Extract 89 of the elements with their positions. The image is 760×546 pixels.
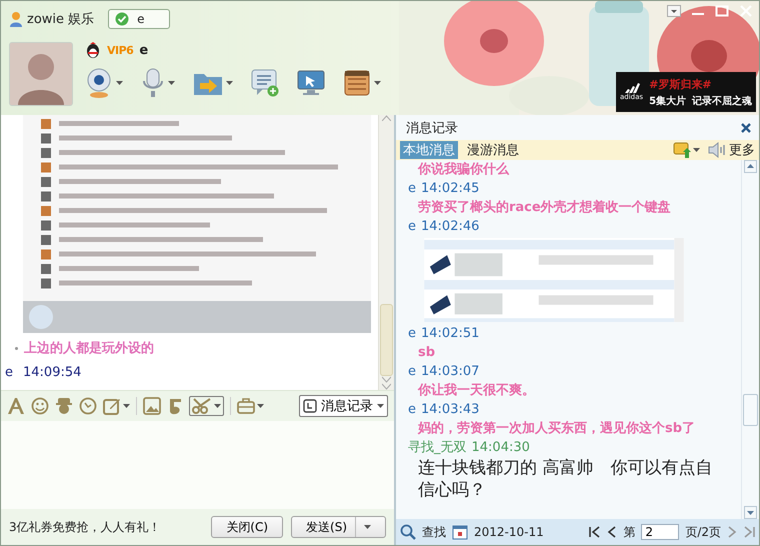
person-icon bbox=[9, 10, 23, 26]
ad-tag: #罗斯归来# bbox=[649, 76, 752, 92]
page-field[interactable]: 2 bbox=[641, 524, 680, 540]
search-icon[interactable] bbox=[400, 524, 416, 540]
clock-face-icon[interactable] bbox=[79, 397, 97, 415]
group-name: zowie 娱乐 bbox=[27, 10, 94, 28]
clock-icon bbox=[303, 399, 317, 413]
send-button[interactable]: 发送(S) bbox=[291, 516, 386, 538]
message-time: 14:02:46 bbox=[421, 218, 480, 236]
export-icon[interactable] bbox=[673, 142, 691, 158]
close-icon[interactable] bbox=[741, 122, 751, 132]
first-page-icon[interactable] bbox=[589, 526, 602, 538]
previous-page-icon[interactable] bbox=[607, 526, 618, 538]
scroll-up-icon[interactable] bbox=[382, 115, 391, 121]
tab[interactable]: 漫游消息 bbox=[464, 141, 522, 159]
status-tab[interactable]: e bbox=[108, 8, 170, 28]
hat-face-icon[interactable] bbox=[55, 397, 73, 415]
caret-icon bbox=[374, 81, 381, 85]
scrollbar[interactable] bbox=[741, 160, 759, 519]
dropdown-caret-icon bbox=[364, 525, 371, 529]
caret-icon bbox=[123, 404, 130, 408]
stripes-icon bbox=[624, 83, 640, 93]
message-time: 14:09:54 bbox=[23, 365, 82, 380]
font-icon[interactable] bbox=[7, 397, 25, 415]
caret-icon bbox=[377, 404, 384, 408]
scroll-down-icon[interactable] bbox=[744, 506, 757, 519]
chat-add-icon[interactable] bbox=[251, 69, 279, 97]
check-icon bbox=[115, 12, 130, 26]
scrollbar[interactable] bbox=[378, 115, 394, 390]
vip-label: VIP6 bbox=[107, 44, 134, 56]
message-time: 14:02:51 bbox=[421, 325, 480, 343]
ad-text: 记录不屈之魂 bbox=[692, 94, 752, 108]
briefcase-icon[interactable] bbox=[237, 398, 255, 414]
scroll-up-icon[interactable] bbox=[744, 160, 757, 173]
caret-icon bbox=[257, 404, 264, 408]
microphone-icon[interactable] bbox=[141, 68, 165, 98]
webcam-icon[interactable] bbox=[85, 68, 113, 98]
close-button[interactable]: 关闭(C) bbox=[211, 516, 284, 538]
dropdown-icon[interactable] bbox=[667, 5, 681, 17]
scroll-down-icon[interactable] bbox=[382, 376, 391, 390]
history-button[interactable]: 消息记录 bbox=[299, 395, 388, 417]
message-time: 14:02:45 bbox=[421, 180, 480, 198]
message-text: 连十块钱都刀的 高富帅 你可以有点自信心吗？ bbox=[417, 457, 714, 501]
caret-icon bbox=[168, 81, 175, 85]
message-text: sb bbox=[417, 344, 436, 362]
sender-name: e bbox=[408, 218, 416, 236]
message-text: 你让我一天很不爽。 bbox=[416, 382, 536, 400]
monitor-icon[interactable] bbox=[297, 69, 325, 97]
sender-name: e bbox=[408, 180, 416, 198]
scissors-icon[interactable] bbox=[192, 398, 212, 414]
message-text: 妈的，劳资第一次加人买东西，遇见你这个sb了 bbox=[416, 420, 696, 438]
image-icon[interactable] bbox=[143, 397, 161, 415]
date-label: 2012-10-11 bbox=[474, 525, 544, 539]
penguin-icon bbox=[85, 42, 101, 58]
message-text: 你说我骗你什么 bbox=[416, 160, 510, 179]
sender-name: e bbox=[408, 401, 416, 419]
message-time: 14:03:07 bbox=[421, 363, 480, 381]
nickname: e bbox=[139, 42, 148, 58]
message-time: 14:04:30 bbox=[472, 439, 530, 457]
calendar-icon[interactable] bbox=[452, 524, 468, 540]
search-button[interactable]: 查找 bbox=[422, 524, 446, 540]
maximize-icon[interactable] bbox=[715, 5, 729, 17]
page-label: 页/2页 bbox=[685, 524, 721, 540]
sender-name: e bbox=[408, 363, 416, 381]
edit-icon[interactable] bbox=[103, 397, 121, 415]
sender-name: e bbox=[408, 325, 416, 343]
ad-text: 5集大片 bbox=[649, 94, 686, 108]
caret-icon bbox=[693, 148, 700, 152]
scroll-thumb[interactable] bbox=[743, 394, 758, 426]
smiley-icon[interactable] bbox=[31, 397, 49, 415]
sender-name: e bbox=[5, 365, 13, 380]
caret-icon bbox=[116, 81, 123, 85]
message-text: 上边的人都是玩外设的 bbox=[24, 340, 154, 357]
message-input[interactable] bbox=[1, 421, 394, 509]
caret-icon bbox=[226, 81, 233, 85]
speaker-icon bbox=[708, 142, 726, 158]
avatar[interactable] bbox=[9, 42, 73, 106]
next-page-icon[interactable] bbox=[727, 526, 737, 538]
last-page-icon[interactable] bbox=[743, 526, 755, 538]
caret-icon bbox=[214, 404, 221, 408]
promo-link[interactable]: 3亿礼券免费抢，人人有礼！ bbox=[9, 518, 204, 536]
scroll-thumb[interactable] bbox=[380, 304, 393, 376]
message-time: 14:03:43 bbox=[421, 401, 480, 419]
sender-name: 寻找_无双 bbox=[408, 439, 466, 457]
box-icon[interactable] bbox=[343, 69, 371, 97]
panel-title: 消息记录 bbox=[406, 120, 458, 136]
message-text: 劳资买了榔头的race外壳才想着收一个键盘 bbox=[417, 198, 672, 217]
page-label: 第 bbox=[623, 524, 636, 540]
more-button[interactable]: 更多 bbox=[708, 141, 755, 159]
